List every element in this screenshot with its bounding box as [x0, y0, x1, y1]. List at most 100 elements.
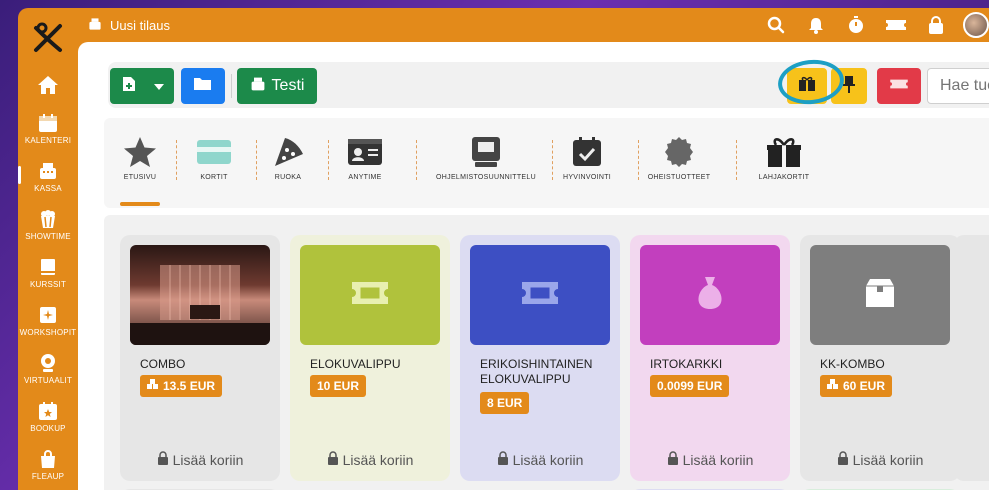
product-price-badge: 13.5 EUR	[140, 375, 223, 397]
chevron-down-icon[interactable]	[154, 77, 164, 95]
lock-icon[interactable]	[923, 12, 949, 38]
avatar[interactable]	[963, 12, 989, 38]
lock-icon	[667, 451, 679, 468]
sidebar-item-virtuaalit[interactable]: VIRTUAALIT	[18, 352, 78, 385]
ticket-icon	[520, 280, 560, 311]
add-to-cart-button[interactable]: Lisää koriin	[290, 451, 450, 468]
tab-hyvinvointi[interactable]: HYVINVOINTI	[562, 134, 612, 181]
tab-oheistuotteet[interactable]: OHEISTUOTTEET	[648, 134, 710, 181]
sidebar-item-home[interactable]	[18, 74, 78, 98]
sidebar-item-label: KASSA	[34, 184, 62, 193]
tab-separator	[416, 140, 417, 180]
tab-separator	[176, 140, 177, 180]
add-to-cart-button[interactable]: Lisää koriin	[800, 451, 960, 468]
top-bar-icons	[763, 12, 989, 38]
new-order-button[interactable]	[110, 68, 174, 104]
pin-button[interactable]	[831, 68, 867, 104]
bag-icon	[37, 448, 59, 470]
product-price-badge: 60 EUR	[820, 375, 893, 397]
cash-register-icon	[250, 76, 266, 97]
tab-kortit[interactable]: KORTIT	[194, 134, 234, 181]
sidebar: KALENTERI KASSA SHOWTIME KURSSIT WORKSHO…	[18, 8, 78, 490]
active-tab-indicator	[120, 202, 160, 206]
product-card-kk-kombo[interactable]: KK-KOMBO 60 EUR Lisää koriin	[800, 235, 960, 481]
tab-separator	[736, 140, 737, 180]
sidebar-item-label: BOOKUP	[30, 424, 66, 433]
product-price: 60 EUR	[843, 379, 886, 393]
window-title: Uusi tilaus	[88, 17, 170, 34]
tab-separator	[328, 140, 329, 180]
product-card-combo[interactable]: COMBO 13.5 EUR Lisää koriin	[120, 235, 280, 481]
sidebar-item-fleaup[interactable]: FLEAUP	[18, 448, 78, 481]
product-image	[810, 245, 950, 345]
lock-icon	[497, 451, 509, 468]
product-price: 8 EUR	[487, 396, 523, 410]
product-card-elokuvalippu[interactable]: ELOKUVALIPPU 10 EUR Lisää koriin	[290, 235, 450, 481]
tab-label: ANYTIME	[348, 174, 382, 181]
tab-ruoka[interactable]: RUOKA	[268, 134, 308, 181]
tab-separator	[256, 140, 257, 180]
lock-icon	[837, 451, 849, 468]
lock-icon	[157, 451, 169, 468]
product-price-badge: 10 EUR	[310, 375, 367, 397]
add-to-cart-button[interactable]: Lisää koriin	[120, 451, 280, 468]
sidebar-item-kurssit[interactable]: KURSSIT	[18, 256, 78, 289]
gift-button[interactable]	[787, 68, 827, 104]
id-card-icon	[347, 134, 383, 170]
sidebar-item-bookup[interactable]: BOOKUP	[18, 400, 78, 433]
product-price: 13.5 EUR	[163, 379, 216, 393]
sidebar-item-label: SHOWTIME	[25, 232, 71, 241]
product-name: COMBO	[140, 357, 186, 371]
add-to-cart-button[interactable]: Lisää koriin	[460, 451, 620, 468]
add-to-cart-label: Lisää koriin	[342, 451, 414, 468]
product-search-input[interactable]	[927, 68, 989, 104]
add-to-cart-label: Lisää koriin	[172, 451, 244, 468]
sidebar-item-kassa[interactable]: KASSA	[18, 160, 78, 193]
pin-icon	[843, 75, 855, 98]
ticket-icon[interactable]	[883, 12, 909, 38]
ticket-icon	[350, 280, 390, 311]
workshop-icon	[37, 304, 59, 326]
category-tabs: ETUSIVU KORTIT RUOKA ANYTIME OHJELMISTOS…	[104, 118, 989, 208]
tab-label: LAHJAKORTIT	[758, 174, 810, 181]
product-image	[470, 245, 610, 345]
home-icon	[37, 74, 59, 96]
toolbar-divider	[231, 74, 232, 98]
sidebar-item-label: FLEAUP	[31, 472, 65, 481]
product-price-badge: 0.0099 EUR	[650, 375, 730, 397]
search-icon[interactable]	[763, 12, 789, 38]
tab-anytime[interactable]: ANYTIME	[340, 134, 390, 181]
sidebar-item-workshopit[interactable]: WORKSHOPIT	[18, 304, 78, 337]
open-folder-button[interactable]	[181, 68, 225, 104]
sidebar-item-showtime[interactable]: SHOWTIME	[18, 208, 78, 241]
tab-separator	[552, 140, 553, 180]
calendar-check-icon	[572, 134, 602, 170]
sidebar-item-kalenteri[interactable]: KALENTERI	[18, 112, 78, 145]
add-to-cart-button[interactable]: Lisää koriin	[630, 451, 790, 468]
tab-ohjelmistosuunnittelu[interactable]: OHJELMISTOSUUNNITTELU	[430, 134, 542, 181]
file-plus-icon	[122, 76, 136, 97]
testi-button[interactable]: Testi	[237, 68, 317, 104]
folder-icon	[193, 76, 213, 97]
add-to-cart-label: Lisää koriin	[852, 451, 924, 468]
product-name: ERIKOISHINTAINEN ELOKUVALIPPU	[480, 357, 593, 386]
product-card-irtokarkki[interactable]: IRTOKARKKI 0.0099 EUR Lisää koriin	[630, 235, 790, 481]
ticket-icon	[889, 77, 909, 96]
product-card-partial[interactable]	[954, 235, 989, 481]
tab-label: OHJELMISTOSUUNNITTELU	[436, 174, 536, 181]
tab-separator	[638, 140, 639, 180]
bell-icon[interactable]	[803, 12, 829, 38]
product-card-erikoishintainen-elokuvalippu[interactable]: ERIKOISHINTAINEN ELOKUVALIPPU 8 EUR Lisä…	[460, 235, 620, 481]
product-image	[130, 245, 270, 345]
toolbar: Testi	[108, 56, 989, 108]
ticket-button[interactable]	[877, 68, 921, 104]
stopwatch-icon[interactable]	[843, 12, 869, 38]
tab-etusivu[interactable]: ETUSIVU	[118, 134, 162, 181]
add-to-cart-label: Lisää koriin	[512, 451, 584, 468]
tab-lahjakortit[interactable]: LAHJAKORTIT	[756, 134, 812, 181]
pizza-icon	[271, 134, 305, 170]
tab-label: RUOKA	[274, 174, 302, 181]
popcorn-icon	[37, 208, 59, 230]
sidebar-item-label: KURSSIT	[29, 280, 67, 289]
tab-label: HYVINVOINTI	[562, 174, 612, 181]
